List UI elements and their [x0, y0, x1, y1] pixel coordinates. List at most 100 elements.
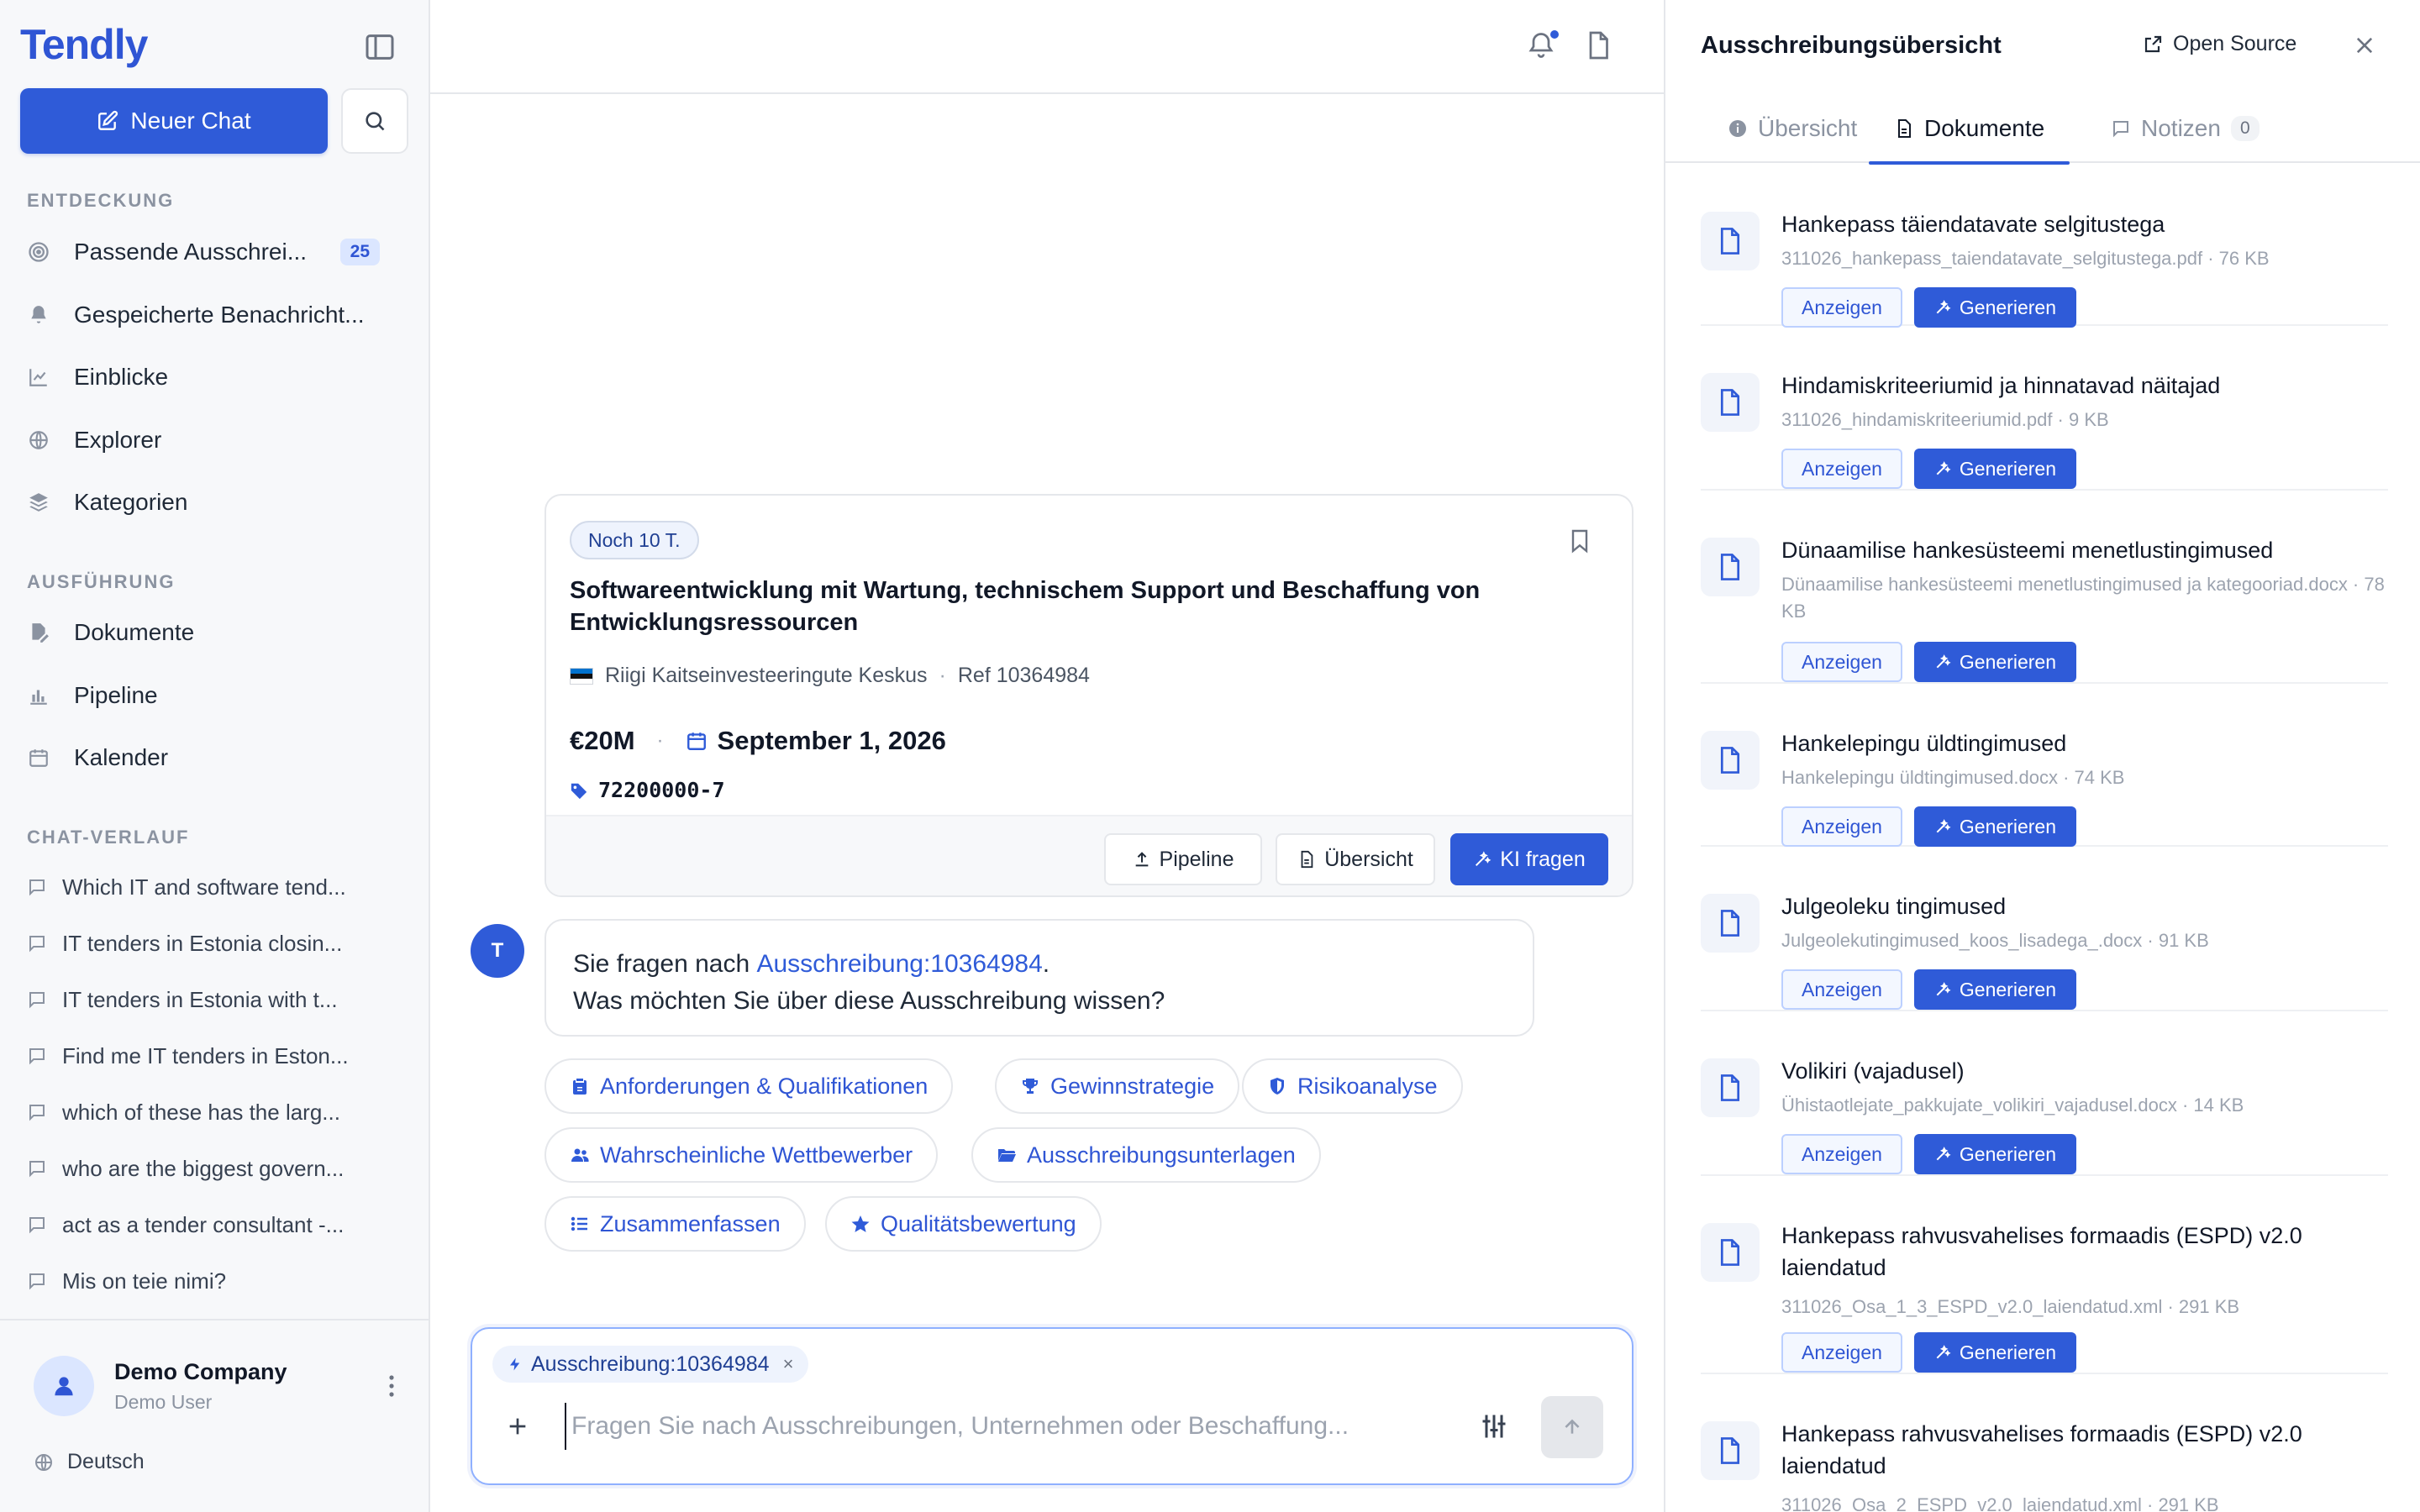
suggestion-quality-rating[interactable]: Qualitätsbewertung: [825, 1196, 1102, 1252]
generate-button[interactable]: Generieren: [1913, 806, 2076, 847]
document-item: Hankepass rahvusvahelises formaadis (ESP…: [1701, 1374, 2388, 1512]
generate-button-label: Generieren: [1959, 650, 2056, 673]
more-vertical-icon[interactable]: [381, 1368, 402, 1404]
view-document-button[interactable]: Anzeigen: [1781, 1332, 1902, 1373]
sidebar-item-categories[interactable]: Kategorien: [27, 479, 397, 526]
chat-history-item[interactable]: IT tenders in Estonia closin...: [27, 920, 397, 967]
tender-reference-link[interactable]: Ausschreibung:10364984: [756, 950, 1042, 978]
overview-button[interactable]: Übersicht: [1276, 833, 1435, 885]
plus-icon[interactable]: [504, 1413, 531, 1440]
view-document-button[interactable]: Anzeigen: [1781, 1134, 1902, 1174]
tender-card: Noch 10 T. Softwareentwicklung mit Wartu…: [544, 494, 1634, 897]
open-source-button[interactable]: Open Source: [2143, 32, 2296, 56]
remove-context-icon[interactable]: ×: [783, 1353, 794, 1375]
document-panel-icon[interactable]: [1583, 30, 1613, 60]
new-chat-button[interactable]: Neuer Chat: [20, 88, 328, 154]
user-name: Demo User: [114, 1391, 213, 1413]
context-chip-label: Ausschreibung:10364984: [531, 1352, 770, 1376]
sidebar-item-calendar[interactable]: Kalender: [27, 734, 397, 781]
generate-button[interactable]: Generieren: [1913, 287, 2076, 328]
app-logo[interactable]: Tendly: [20, 20, 148, 69]
message-icon: [2113, 121, 2128, 138]
bookmark-icon[interactable]: [1566, 526, 1593, 556]
sidebar-item-pipeline[interactable]: Pipeline: [27, 672, 397, 719]
panel-title: Ausschreibungsübersicht: [1701, 32, 2002, 59]
sidebar-toggle-icon[interactable]: [363, 30, 397, 64]
target-icon: [27, 240, 50, 264]
document-meta: 311026_hindamiskriteeriumid.pdf · 9 KB: [1781, 409, 2109, 430]
chat-history-item[interactable]: act as a tender consultant -...: [27, 1201, 397, 1248]
language-selector[interactable]: Deutsch: [34, 1450, 145, 1474]
document-meta: Dünaamilise hankesüsteemi menetlustingim…: [1781, 574, 2385, 622]
avatar[interactable]: [34, 1356, 94, 1416]
sidebar-item-explorer[interactable]: Explorer: [27, 417, 397, 464]
document-title: Hankepass rahvusvahelises formaadis (ESP…: [1781, 1223, 2302, 1280]
document-list: Hankepass täiendatavate selgitustega 3110…: [1701, 163, 2388, 1512]
tender-title[interactable]: Softwareentwicklung mit Wartung, technis…: [570, 575, 1561, 638]
chat-history-label: IT tenders in Estonia closin...: [62, 930, 343, 956]
chat-bubble-icon: [29, 1161, 45, 1178]
generate-button[interactable]: Generieren: [1913, 449, 2076, 489]
file-icon: [1701, 731, 1760, 790]
close-icon[interactable]: [2353, 34, 2376, 57]
tab-notes[interactable]: Notizen 0: [2111, 94, 2260, 163]
view-document-button[interactable]: Anzeigen: [1781, 806, 1902, 847]
chat-bubble-icon: [29, 879, 45, 896]
magic-wand-icon: [1936, 300, 1951, 314]
search-button[interactable]: [341, 88, 408, 154]
context-chip[interactable]: Ausschreibung:10364984 ×: [492, 1346, 809, 1383]
suggestion-requirements[interactable]: Anforderungen & Qualifikationen: [544, 1058, 954, 1114]
tab-label: Notizen: [2141, 115, 2221, 141]
sliders-icon[interactable]: [1479, 1411, 1509, 1441]
generate-button[interactable]: Generieren: [1913, 1134, 2076, 1174]
generate-button[interactable]: Generieren: [1913, 642, 2076, 682]
suggestion-tender-docs[interactable]: Ausschreibungsunterlagen: [971, 1127, 1321, 1183]
document-item: Hankepass rahvusvahelises formaadis (ESP…: [1701, 1176, 2388, 1374]
language-label: Deutsch: [67, 1450, 145, 1473]
sidebar-item-documents[interactable]: Dokumente: [27, 609, 397, 656]
suggestion-summarize[interactable]: Zusammenfassen: [544, 1196, 806, 1252]
generate-button[interactable]: Generieren: [1913, 969, 2076, 1010]
suggestion-risk-analysis[interactable]: Risikoanalyse: [1242, 1058, 1463, 1114]
ask-ai-button[interactable]: KI fragen: [1450, 833, 1608, 885]
add-to-pipeline-button[interactable]: Pipeline: [1104, 833, 1262, 885]
suggestion-competitors[interactable]: Wahrscheinliche Wettbewerber: [544, 1127, 939, 1183]
chat-input[interactable]: [565, 1403, 1405, 1450]
file-edit-icon: [27, 621, 50, 644]
chat-main: Noch 10 T. Softwareentwicklung mit Wartu…: [430, 0, 1664, 1512]
message-line-2: Was möchten Sie über diese Ausschreibung…: [573, 987, 1165, 1015]
sidebar-item-matching-tenders[interactable]: Passende Ausschrei... 25: [27, 228, 397, 276]
generate-button[interactable]: Generieren: [1913, 1332, 2076, 1373]
view-document-button[interactable]: Anzeigen: [1781, 287, 1902, 328]
chat-history-item[interactable]: Find me IT tenders in Eston...: [27, 1032, 397, 1079]
folder-icon: [998, 1149, 1016, 1162]
chat-bubble-icon: [29, 1217, 45, 1234]
document-title: Julgeoleku tingimused: [1781, 894, 2007, 919]
view-document-button[interactable]: Anzeigen: [1781, 449, 1902, 489]
tender-date: September 1, 2026: [717, 726, 946, 755]
chat-history-item[interactable]: which of these has the larg...: [27, 1089, 397, 1136]
chat-history-item[interactable]: Mis on teie nimi?: [27, 1257, 397, 1305]
generate-button-label: Generieren: [1959, 815, 2056, 837]
chat-history-item[interactable]: Which IT and software tend...: [27, 864, 397, 911]
clipboard-icon: [573, 1079, 587, 1095]
send-button[interactable]: [1541, 1396, 1603, 1458]
tab-overview[interactable]: Übersicht: [1728, 94, 1857, 163]
sidebar-item-insights[interactable]: Einblicke: [27, 354, 397, 401]
new-chat-label: Neuer Chat: [130, 108, 251, 134]
document-item: Julgeoleku tingimused Julgeolekutingimuse…: [1701, 847, 2388, 1011]
suggestion-win-strategy[interactable]: Gewinnstrategie: [995, 1058, 1240, 1114]
view-document-button[interactable]: Anzeigen: [1781, 969, 1902, 1010]
sidebar-item-label: Pipeline: [74, 682, 158, 708]
chat-history-item[interactable]: IT tenders in Estonia with t...: [27, 976, 397, 1023]
tab-documents[interactable]: Dokumente: [1868, 94, 2070, 165]
file-icon: [1701, 212, 1760, 270]
sidebar-item-saved-alerts[interactable]: Gespeicherte Benachricht...: [27, 291, 397, 339]
view-document-button[interactable]: Anzeigen: [1781, 642, 1902, 682]
external-link-icon: [2144, 35, 2162, 52]
chat-history-item[interactable]: who are the biggest govern...: [27, 1145, 397, 1192]
chat-history-label: Which IT and software tend...: [62, 874, 346, 900]
sidebar-item-label: Dokumente: [74, 619, 195, 645]
chat-history-label: Mis on teie nimi?: [62, 1268, 227, 1294]
tender-value-row: €20M · September 1, 2026: [570, 726, 946, 756]
